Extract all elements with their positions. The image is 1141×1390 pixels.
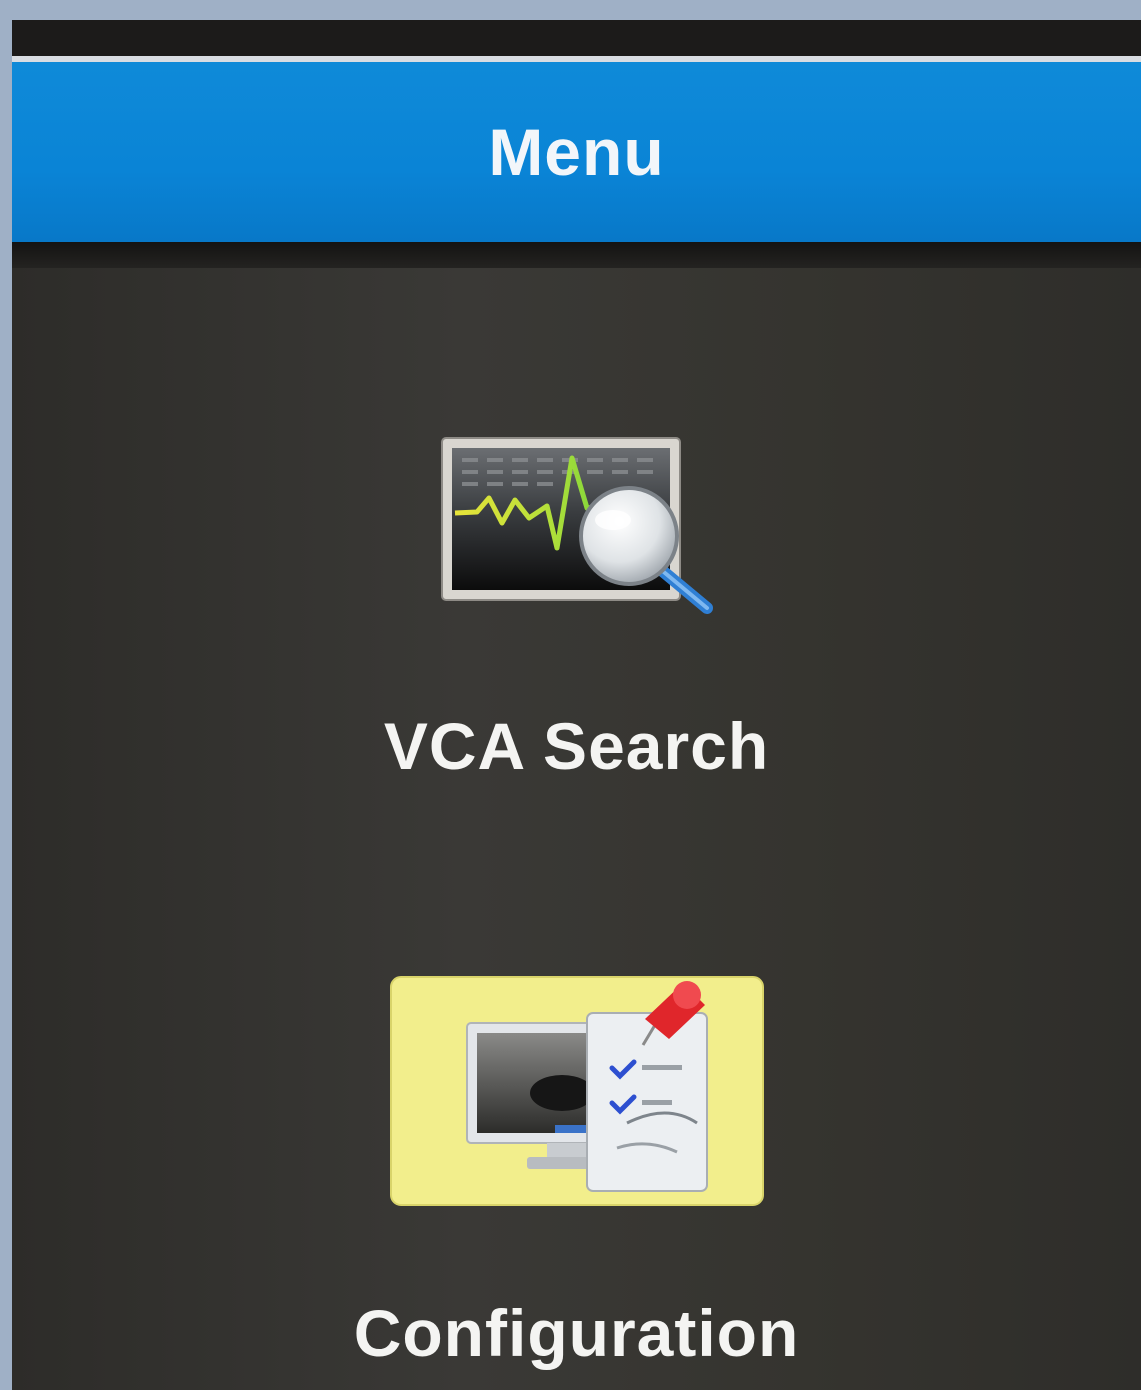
- menu-item-configuration[interactable]: Configuration: [12, 973, 1141, 1390]
- title-bar-shadow: [12, 242, 1141, 268]
- menu-screen: Menu VCA Search Configuration: [12, 20, 1141, 1390]
- menu-panel: VCA Search Configuration: [12, 268, 1141, 1390]
- menu-item-vca-search[interactable]: VCA Search: [12, 428, 1141, 968]
- menu-item-label-configuration: Configuration: [353, 1296, 800, 1370]
- vca-search-icon: [407, 428, 747, 628]
- menu-title: Menu: [488, 115, 665, 189]
- top-frame-strip: [12, 20, 1141, 56]
- menu-item-label-vca-search: VCA Search: [383, 709, 770, 783]
- configuration-icon: [387, 973, 767, 1213]
- title-bar: Menu: [12, 62, 1141, 242]
